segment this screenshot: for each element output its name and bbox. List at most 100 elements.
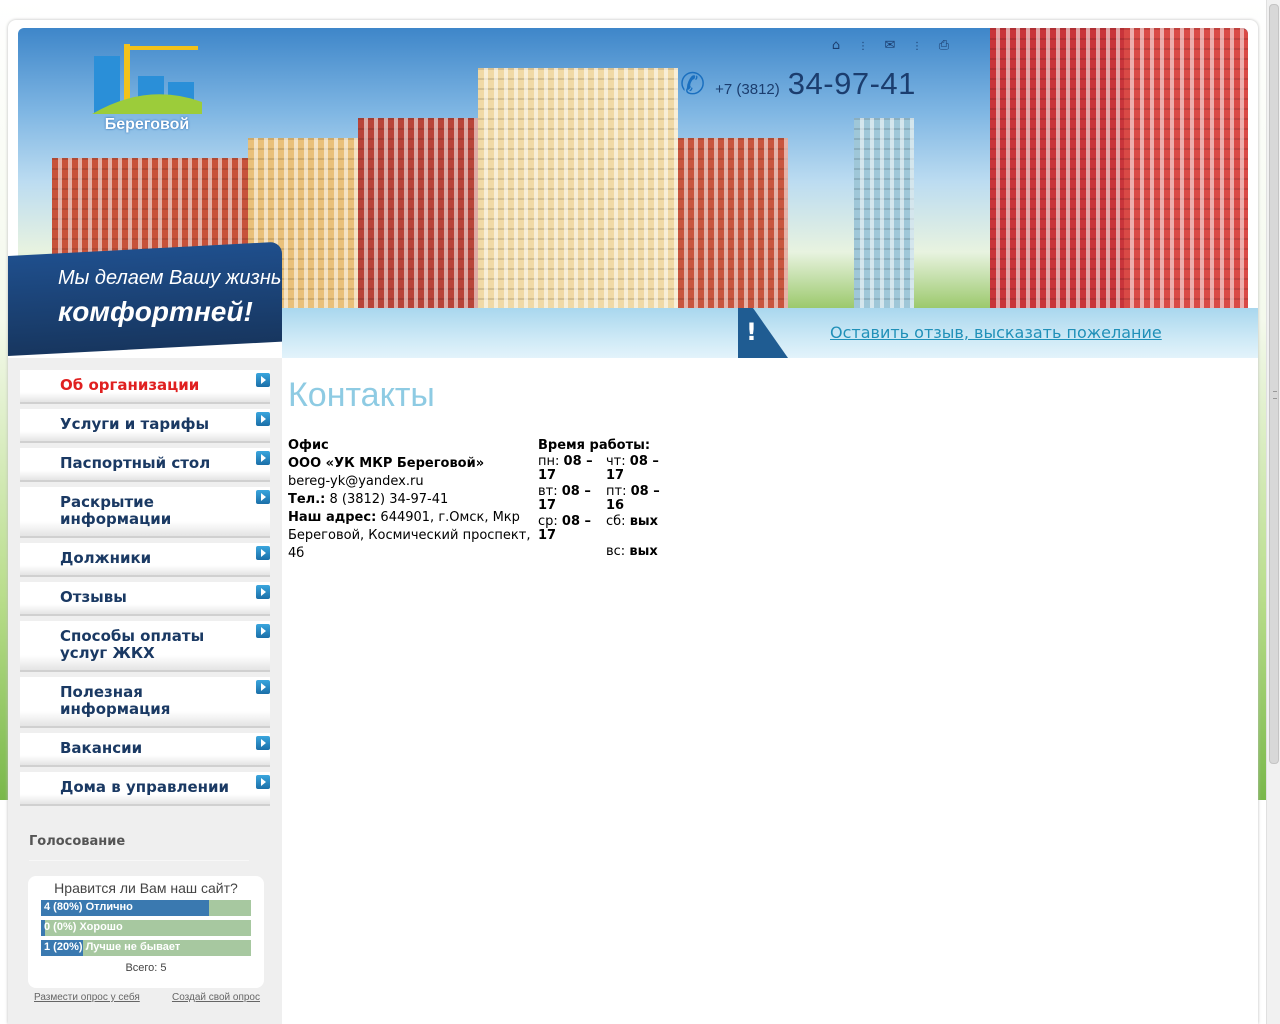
arrow-right-icon xyxy=(256,373,270,387)
building-illustration xyxy=(854,118,914,308)
phone-value: 8 (3812) 34-97-41 xyxy=(325,492,449,507)
exclamation-icon: ! xyxy=(738,308,788,358)
hours-entry: вт: 08 – 17 xyxy=(538,485,606,513)
logo-text: Береговой xyxy=(104,116,190,133)
menu-item-debtors[interactable]: Должники xyxy=(20,543,270,577)
arrow-right-icon xyxy=(256,775,270,789)
scrollbar-thumb[interactable] xyxy=(1269,4,1279,764)
menu-item-label: Способы оплаты услуг ЖКХ xyxy=(60,627,205,662)
menu-item-label: Вакансии xyxy=(60,739,143,757)
page-container: Береговой ⌂ ⋮ ✉ ⋮ ⎙ ✆ +7 (3812) 34-97-41… xyxy=(8,20,1258,1024)
slogan-line-1: Мы делаем Вашу жизнь xyxy=(58,266,282,289)
menu-item-passport[interactable]: Паспортный стол xyxy=(20,448,270,482)
feedback-bar: ! Оставить отзыв, высказать пожелание xyxy=(282,308,1258,358)
poll-option-label: 4 (80%) Отлично xyxy=(44,901,133,913)
hours-entry: пн: 08 – 17 xyxy=(538,455,606,483)
company-logo[interactable]: Береговой xyxy=(92,42,202,134)
menu-item-houses[interactable]: Дома в управлении xyxy=(20,772,270,806)
hours-day: сб: xyxy=(606,514,626,529)
office-heading: Офис xyxy=(288,438,329,453)
feedback-link[interactable]: Оставить отзыв, высказать пожелание xyxy=(830,323,1162,342)
main-content: Контакты Офис ООО «УК МКР Береговой» ber… xyxy=(288,376,1248,563)
separator-dot: ⋮ xyxy=(912,40,922,52)
menu-item-useful-info[interactable]: Полезная информация xyxy=(20,677,270,728)
mail-icon[interactable]: ✉ xyxy=(882,38,898,54)
poll-section-title: Голосование xyxy=(29,834,126,849)
hours-entry xyxy=(538,545,606,559)
contacts-block: Офис ООО «УК МКР Береговой» bereg-yk@yan… xyxy=(288,437,1248,563)
email[interactable]: bereg-yk@yandex.ru xyxy=(288,473,538,491)
menu-item-services[interactable]: Услуги и тарифы xyxy=(20,409,270,443)
arrow-right-icon xyxy=(256,736,270,750)
menu-item-about[interactable]: Об организации xyxy=(20,370,270,404)
poll-create-link[interactable]: Создай свой опрос xyxy=(172,992,260,1003)
poll-total: Всего: 5 xyxy=(125,962,167,974)
hours-time: вых xyxy=(629,514,659,529)
menu-item-payment[interactable]: Способы оплаты услуг ЖКХ xyxy=(20,621,270,672)
menu-item-reviews[interactable]: Отзывы xyxy=(20,582,270,616)
logo-buildings-icon xyxy=(92,44,202,114)
hours-entry: чт: 08 – 17 xyxy=(606,455,674,483)
hours-day: вс: xyxy=(606,544,626,559)
scrollbar-grip xyxy=(1273,391,1277,399)
hours-day: чт: xyxy=(606,454,626,469)
working-hours: Время работы: пн: 08 – 17 чт: 08 – 17 вт… xyxy=(538,437,674,563)
poll-widget: Нравится ли Вам наш сайт? 4 (80%) Отличн… xyxy=(28,876,264,988)
building-illustration xyxy=(678,138,788,308)
phone-label: Тел.: xyxy=(288,492,326,507)
hours-entry: ср: 08 – 17 xyxy=(538,515,606,543)
slogan-banner: Мы делаем Вашу жизнь комфортней! xyxy=(8,241,282,356)
building-illustration xyxy=(358,118,488,308)
print-icon[interactable]: ⎙ xyxy=(936,38,952,54)
header-toolbar: ⌂ ⋮ ✉ ⋮ ⎙ xyxy=(828,38,952,54)
menu-item-label: Услуги и тарифы xyxy=(60,415,210,433)
menu-item-label: Паспортный стол xyxy=(60,454,211,472)
arrow-right-icon xyxy=(256,624,270,638)
page-title: Контакты xyxy=(288,376,435,414)
hours-grid: пн: 08 – 17 чт: 08 – 17 вт: 08 – 17 пт: … xyxy=(538,455,674,559)
poll-option[interactable]: 0 (0%) Хорошо xyxy=(41,920,251,936)
menu-item-label: Об организации xyxy=(60,376,200,394)
hours-entry: сб: вых xyxy=(606,515,674,543)
main-menu: Об организации Услуги и тарифы Паспортны… xyxy=(20,370,270,811)
phone-number: 34-97-41 xyxy=(787,66,916,101)
address-label: Наш адрес: xyxy=(288,510,377,525)
office-info: Офис ООО «УК МКР Береговой» bereg-yk@yan… xyxy=(288,437,538,563)
arrow-right-icon xyxy=(256,680,270,694)
hours-time: вых xyxy=(629,544,658,559)
hours-day: пн: xyxy=(538,454,560,469)
hours-day: пт: xyxy=(606,484,627,499)
vertical-scrollbar[interactable] xyxy=(1266,0,1280,1024)
arrow-right-icon xyxy=(256,451,270,465)
sidebar: Об организации Услуги и тарифы Паспортны… xyxy=(8,358,282,1024)
menu-item-vacancies[interactable]: Вакансии xyxy=(20,733,270,767)
building-illustration xyxy=(478,68,678,308)
hours-title: Время работы: xyxy=(538,438,651,453)
building-illustration xyxy=(990,28,1130,308)
poll-links: Размести опрос у себя Создай свой опрос xyxy=(34,992,260,1003)
slogan-line-2: комфортней! xyxy=(58,295,253,327)
org-name: ООО «УК МКР Береговой» xyxy=(288,456,485,471)
poll-option[interactable]: 4 (80%) Отлично xyxy=(41,900,251,916)
menu-item-label: Должники xyxy=(60,549,152,567)
menu-item-disclosure[interactable]: Раскрытие информации xyxy=(20,487,270,538)
phone-prefix: +7 (3812) xyxy=(715,81,780,98)
arrow-right-icon xyxy=(256,585,270,599)
hours-entry: пт: 08 – 16 xyxy=(606,485,674,513)
poll-option-label: 1 (20%) Лучше не бывает xyxy=(44,941,181,953)
hours-day: ср: xyxy=(538,514,558,529)
menu-item-label: Дома в управлении xyxy=(60,778,230,796)
home-icon[interactable]: ⌂ xyxy=(828,38,844,54)
menu-item-label: Раскрытие информации xyxy=(60,493,172,528)
header-phone: ✆ +7 (3812) 34-97-41 xyxy=(680,66,916,102)
poll-embed-link[interactable]: Размести опрос у себя xyxy=(34,992,140,1003)
arrow-right-icon xyxy=(256,546,270,560)
hours-entry: вс: вых xyxy=(606,545,674,559)
poll-option[interactable]: 1 (20%) Лучше не бывает xyxy=(41,940,251,956)
divider xyxy=(29,860,249,861)
menu-item-label: Полезная информация xyxy=(60,683,171,718)
poll-option-label: 0 (0%) Хорошо xyxy=(44,921,123,933)
arrow-right-icon xyxy=(256,490,270,504)
building-illustration xyxy=(1124,28,1248,308)
menu-item-label: Отзывы xyxy=(60,588,127,606)
